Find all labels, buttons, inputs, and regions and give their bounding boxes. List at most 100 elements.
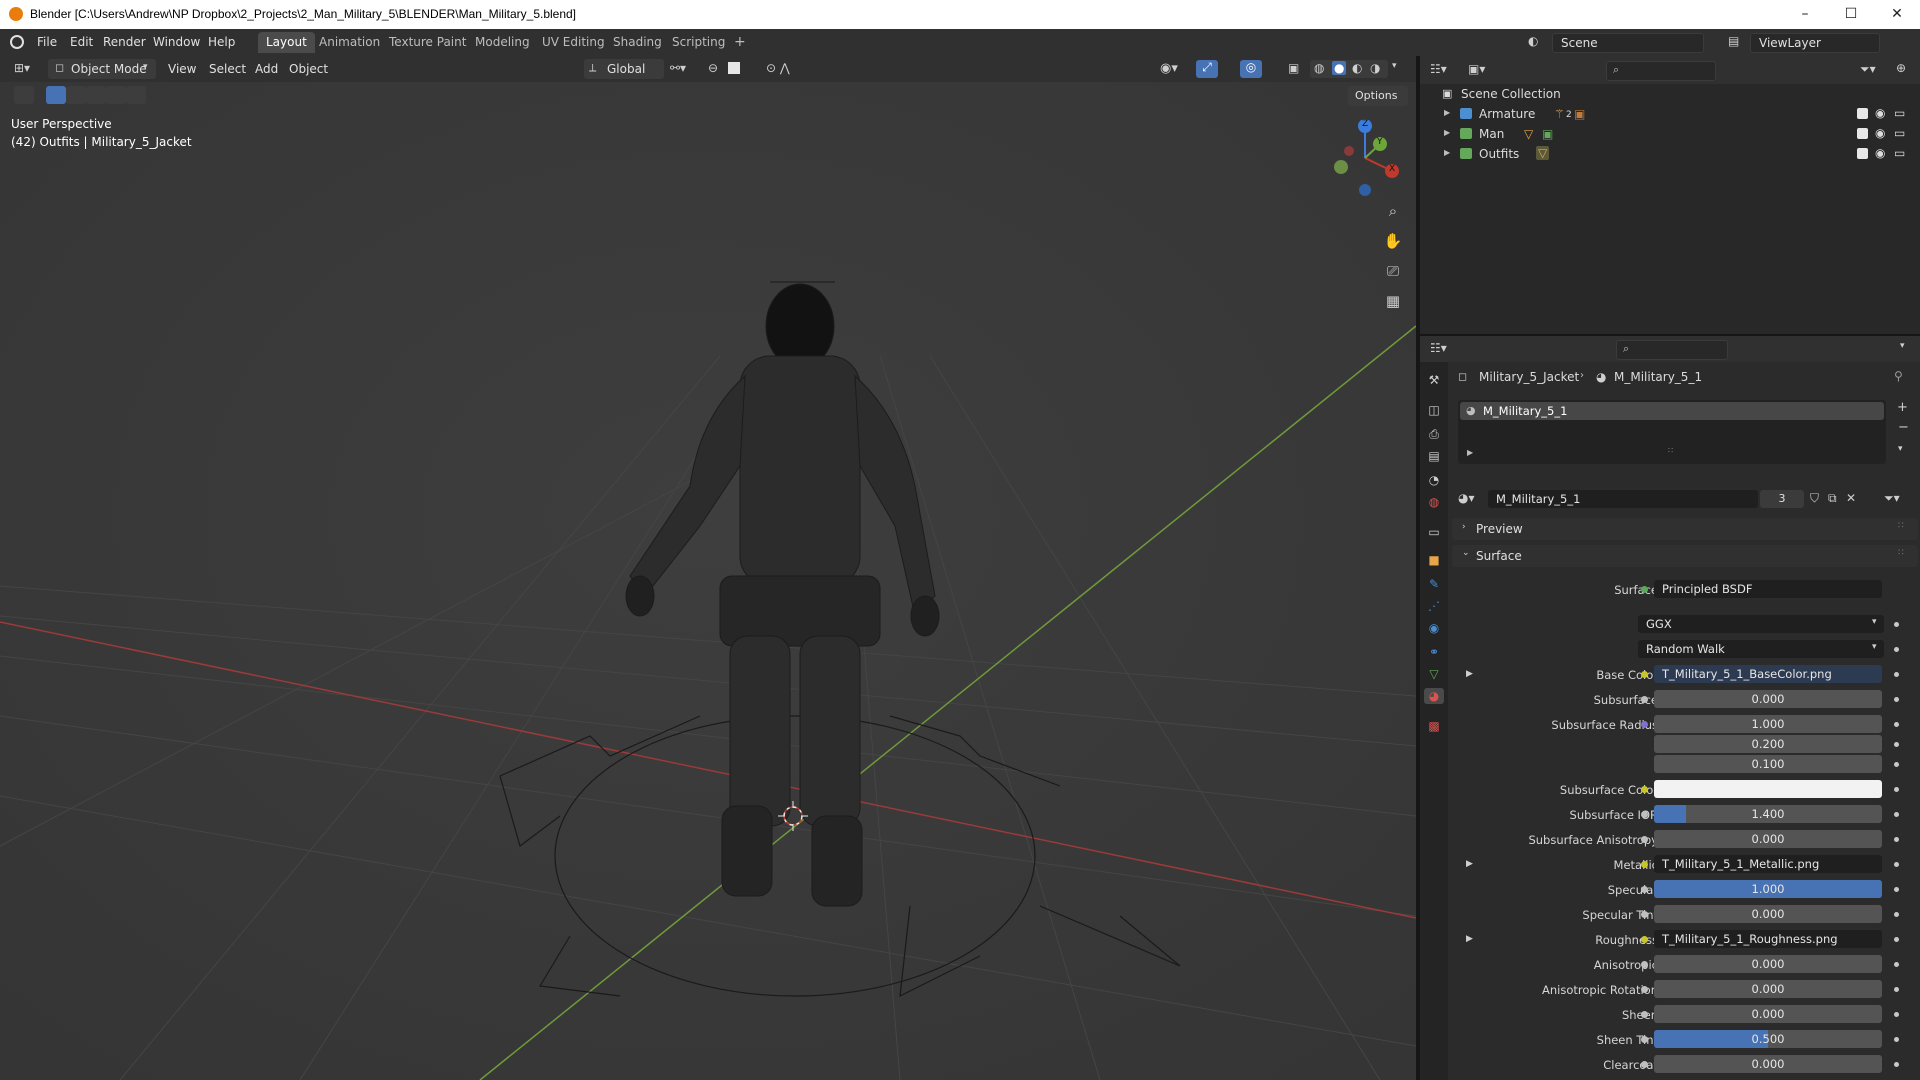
wireframe-shading-icon[interactable]: ◍: [1314, 61, 1324, 75]
exclude-checkbox[interactable]: [1857, 148, 1868, 159]
exclude-checkbox[interactable]: [1857, 128, 1868, 139]
menu-help[interactable]: Help: [208, 35, 235, 49]
render-monitor-icon[interactable]: ▭: [1894, 126, 1905, 140]
socket-dot-icon[interactable]: [1641, 786, 1648, 793]
rendered-shading-icon[interactable]: ◑: [1370, 61, 1380, 75]
tab-animation[interactable]: Animation: [311, 32, 388, 53]
duplicate-icon[interactable]: ⧉: [1828, 491, 1837, 506]
select-subtract-icon[interactable]: [86, 86, 106, 104]
socket-dot-icon[interactable]: [1641, 836, 1648, 843]
object-tab-icon[interactable]: ■: [1426, 552, 1442, 568]
eye-icon[interactable]: ◉: [1875, 146, 1885, 160]
outliner-row-armature[interactable]: ▶ Armature ⚚ 2 ▣ ◉ ▭: [1420, 104, 1920, 124]
view-layer-tab-icon[interactable]: ▤: [1426, 448, 1442, 464]
physics-tab-icon[interactable]: ◉: [1426, 620, 1442, 636]
expand-arrow-icon[interactable]: ▶: [1466, 859, 1473, 869]
shading-options-icon[interactable]: ▾: [1392, 61, 1397, 71]
surface-panel-header[interactable]: ⌄ Surface ∷: [1452, 545, 1918, 567]
render-tab-icon[interactable]: ◫: [1426, 402, 1442, 418]
material-tab-icon[interactable]: ◕: [1424, 688, 1444, 704]
keyframe-dot-icon[interactable]: [1894, 722, 1899, 727]
user-count[interactable]: 3: [1760, 490, 1804, 508]
shader-input-sheen-tint-field[interactable]: 0.500: [1654, 1030, 1882, 1048]
mode-selector[interactable]: ◻ Object Mode ▾: [48, 59, 156, 79]
preview-panel-header[interactable]: › Preview ∷: [1452, 518, 1918, 540]
shader-input-value-field[interactable]: 0.100: [1654, 755, 1882, 773]
shader-input-roughness-field[interactable]: T_Military_5_1_Roughness.png: [1654, 930, 1882, 948]
shader-input-base-color-field[interactable]: T_Military_5_1_BaseColor.png: [1654, 665, 1882, 683]
eye-icon[interactable]: ◉: [1875, 126, 1885, 140]
socket-dot-icon[interactable]: [1641, 911, 1648, 918]
socket-dot-icon[interactable]: [1641, 1061, 1648, 1068]
select-invert-icon[interactable]: [106, 86, 126, 104]
exclude-checkbox[interactable]: [1857, 108, 1868, 119]
unlink-close-icon[interactable]: ✕: [1846, 491, 1856, 505]
gizmo-toggle-icon[interactable]: ⤢: [1196, 60, 1218, 78]
socket-dot-icon[interactable]: [1641, 696, 1648, 703]
material-shading-icon[interactable]: ◐: [1352, 61, 1362, 75]
properties-editor-icon[interactable]: ☷▾: [1430, 341, 1447, 355]
select-extend-icon[interactable]: [66, 86, 86, 104]
viewlayer-icon[interactable]: ▤: [1728, 34, 1744, 50]
filter-icon[interactable]: ⏷▾: [1860, 62, 1876, 77]
material-name-field[interactable]: M_Military_5_1: [1488, 490, 1758, 508]
new-collection-icon[interactable]: ⊕: [1896, 61, 1906, 75]
shader-input-specular-field[interactable]: 1.000: [1654, 880, 1882, 898]
menu-edit[interactable]: Edit: [70, 35, 93, 49]
zoom-icon[interactable]: ⌕: [1382, 200, 1404, 222]
mesh-data-tab-icon[interactable]: ▽: [1426, 666, 1442, 682]
shader-input-subsurface-color-field[interactable]: [1654, 780, 1882, 798]
expand-arrow-icon[interactable]: ▶: [1467, 448, 1473, 457]
outliner-row-scene-collection[interactable]: ▣ Scene Collection: [1420, 84, 1920, 104]
expand-arrow-icon[interactable]: ▶: [1466, 934, 1473, 944]
pivot-icon[interactable]: ⚯▾: [670, 61, 686, 75]
remove-slot-button[interactable]: −: [1898, 420, 1909, 435]
keyframe-dot-icon[interactable]: [1894, 887, 1899, 892]
socket-dot-icon[interactable]: [1641, 986, 1648, 993]
keyframe-dot-icon[interactable]: [1894, 672, 1899, 677]
scene-icon[interactable]: ◐: [1528, 34, 1544, 50]
shader-input-sheen-field[interactable]: 0.000: [1654, 1005, 1882, 1023]
tab-layout[interactable]: Layout: [258, 32, 315, 53]
solid-shading-icon[interactable]: ●: [1332, 61, 1347, 75]
keyframe-dot-icon[interactable]: [1894, 647, 1899, 652]
node-link-icon[interactable]: ⏷▾: [1884, 491, 1900, 506]
overlay-toggle-icon[interactable]: ◎: [1240, 60, 1262, 78]
fake-user-shield-icon[interactable]: ⛉: [1810, 491, 1819, 506]
outliner-editor-icon[interactable]: ☷▾: [1430, 62, 1447, 76]
keyframe-dot-icon[interactable]: [1894, 812, 1899, 817]
tab-modeling[interactable]: Modeling: [467, 32, 538, 53]
properties-search-input[interactable]: ⌕: [1616, 340, 1728, 360]
socket-dot-icon[interactable]: [1641, 961, 1648, 968]
scene-selector[interactable]: Scene: [1552, 33, 1704, 53]
keyframe-dot-icon[interactable]: [1894, 742, 1899, 747]
tab-scripting[interactable]: Scripting: [664, 32, 733, 53]
socket-dot-icon[interactable]: [1641, 936, 1648, 943]
shader-input-clearcoat-field[interactable]: 0.000: [1654, 1055, 1882, 1073]
outliner-search-input[interactable]: ⌕: [1606, 61, 1716, 81]
keyframe-dot-icon[interactable]: [1894, 962, 1899, 967]
modifier-wrench-icon[interactable]: ✎: [1426, 576, 1442, 592]
editor-type-icon[interactable]: ⊞▾: [14, 61, 42, 77]
shader-input-subsurface-ior-field[interactable]: 1.400: [1654, 805, 1882, 823]
socket-dot-icon[interactable]: [1641, 1011, 1648, 1018]
socket-dot-icon[interactable]: [1641, 1036, 1648, 1043]
options-dropdown[interactable]: Options: [1348, 86, 1408, 106]
keyframe-dot-icon[interactable]: [1894, 697, 1899, 702]
render-monitor-icon[interactable]: ▭: [1894, 106, 1905, 120]
ortho-grid-icon[interactable]: ▦: [1382, 290, 1404, 312]
shader-input-anisotropic-rotation-field[interactable]: 0.000: [1654, 980, 1882, 998]
tab-texture-paint[interactable]: Texture Paint: [381, 32, 474, 53]
eye-icon[interactable]: ◉: [1875, 106, 1885, 120]
keyframe-dot-icon[interactable]: [1894, 1037, 1899, 1042]
surface-shader-selector[interactable]: Principled BSDF: [1654, 580, 1882, 598]
keyframe-dot-icon[interactable]: [1894, 862, 1899, 867]
menu-render[interactable]: Render: [103, 35, 146, 49]
keyframe-dot-icon[interactable]: [1894, 1012, 1899, 1017]
display-mode-icon[interactable]: ▣▾: [1468, 62, 1485, 76]
select-intersect-icon[interactable]: [126, 86, 146, 104]
expand-arrow-icon[interactable]: ▶: [1466, 669, 1473, 679]
menu-file[interactable]: File: [37, 35, 57, 49]
shader-input-value-field[interactable]: 0.200: [1654, 735, 1882, 753]
scene-tab-icon[interactable]: ◔: [1426, 472, 1442, 488]
